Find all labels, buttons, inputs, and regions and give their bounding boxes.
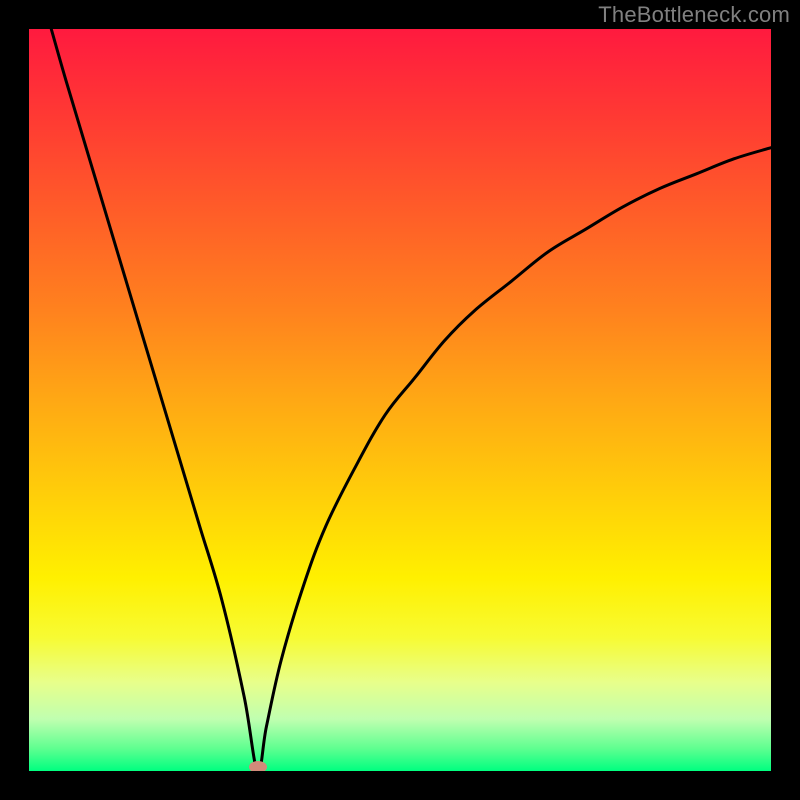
curve-line [29,29,771,771]
plot-area [29,29,771,771]
watermark-text: TheBottleneck.com [598,2,790,28]
minimum-marker [249,761,267,771]
chart-frame: TheBottleneck.com [0,0,800,800]
